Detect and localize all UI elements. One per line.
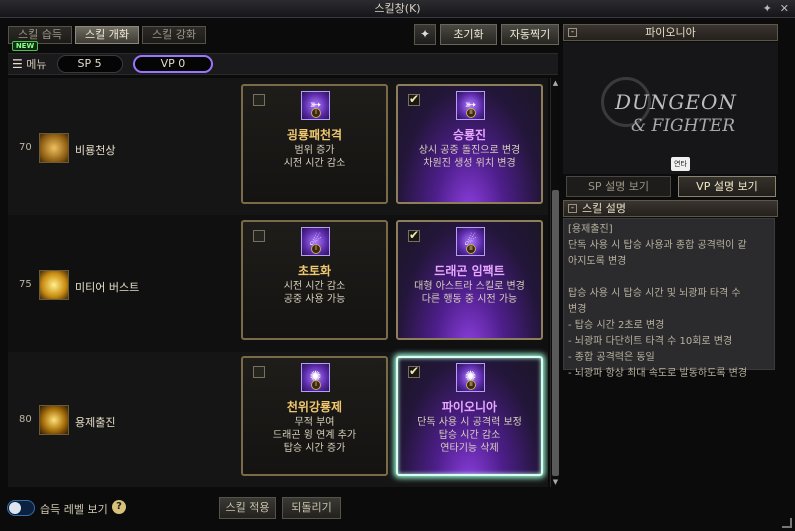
menu-label: 메뉴 xyxy=(26,58,47,71)
apply-skill-button[interactable]: 스킬 적용 xyxy=(219,497,276,519)
option-checkbox[interactable] xyxy=(253,230,265,242)
option-title: 드래곤 임팩트 xyxy=(434,264,505,278)
option-title: 초토화 xyxy=(297,264,332,278)
skill-description-text: [용제출진] 단독 사용 시 탑승 사용과 종합 공격력이 같 아지도록 변경 … xyxy=(563,218,775,379)
detail-header: - 파이오니아 xyxy=(563,24,778,41)
revert-button[interactable]: 되돌리기 xyxy=(282,497,341,519)
meteor-burst-icon xyxy=(39,270,69,300)
skill-level: 75 xyxy=(19,279,32,290)
skill-row: 80 용제출진 ✺ I 천위강룡제 무적 부여 드래곤 윙 연계 추가 탑승 시간 증… xyxy=(8,352,548,487)
game-logo: DUNGEON & FIGHTER xyxy=(563,42,778,174)
bloom-option-card-selected[interactable]: ✺II 파이오니아 단독 사용 시 공격력 보정탑승 시간 감소연타기능 삭제 xyxy=(396,356,543,476)
scroll-thumb[interactable] xyxy=(552,190,559,476)
skill-list-scrollbar[interactable]: ▲ ▼ xyxy=(550,78,559,487)
skill-row: 70 비룡천상 ➳I 굉룡패천격 범위 증가시전 시간 감소 ➳II 승룡진 상… xyxy=(8,78,548,215)
window-titlebar[interactable]: 스킬창(K) ✦ ✕ xyxy=(0,0,795,18)
close-icon[interactable]: ✕ xyxy=(780,0,789,18)
collapse-icon[interactable]: - xyxy=(568,204,577,213)
collapse-icon[interactable]: - xyxy=(568,28,577,37)
help-icon[interactable]: ? xyxy=(112,500,126,514)
skill-level: 70 xyxy=(19,142,32,153)
dragon-strike-icon xyxy=(39,133,69,163)
option-checkbox-checked[interactable] xyxy=(408,92,420,106)
bloom-option-card[interactable]: ☄ I 초토화 시전 시간 감소 공중 사용 가능 xyxy=(241,220,388,340)
skill-name: 비룡천상 xyxy=(75,144,116,157)
auto-allocate-button[interactable]: 자동찍기 xyxy=(501,24,559,45)
reset-button[interactable]: 초기화 xyxy=(440,24,497,45)
scroll-up-icon[interactable]: ▲ xyxy=(551,78,560,88)
option-desc: 상시 공중 돌진으로 변경 차원진 생성 위치 변경 xyxy=(418,145,521,169)
bloom-option-card-selected[interactable]: ☄II 드래곤 임팩트 대형 아스트라 스킬로 변경다른 행동 중 시전 가능 xyxy=(396,220,543,340)
option-desc: 범위 증가 시전 시간 감소 xyxy=(283,145,346,169)
option-checkbox-checked[interactable] xyxy=(408,364,420,378)
option-title: 승룡진 xyxy=(452,128,487,142)
skill-name: 미티어 버스트 xyxy=(75,281,140,294)
bottom-bar: 습득 레벨 보기 ? 스킬 적용 되돌리기 xyxy=(0,490,562,531)
sparkle-icon: ✦ xyxy=(419,27,431,41)
dragon-emperor-icon xyxy=(39,405,69,435)
bloom-option-card[interactable]: ➳ I 굉룡패천격 범위 증가 시전 시간 감소 xyxy=(241,84,388,204)
sp-counter: SP 5 xyxy=(56,55,123,73)
option-desc: 단독 사용 시 공격력 보정 탑승 시간 감소 연타기능 삭제 xyxy=(417,417,522,454)
detail-title: 파이오니아 xyxy=(645,26,696,39)
shortcut-button[interactable]: ✦ xyxy=(414,24,436,45)
hamburger-icon: ☰ xyxy=(12,57,23,71)
show-level-toggle[interactable] xyxy=(7,500,35,516)
bloom-option-card[interactable]: ✺ I 천위강룡제 무적 부여 드래곤 윙 연계 추가 탑승 시간 증가 xyxy=(241,356,388,476)
option-checkbox[interactable] xyxy=(253,94,265,106)
pin-icon[interactable]: ✦ xyxy=(763,0,772,18)
tab-skill-bloom[interactable]: 스킬 개화 xyxy=(74,26,139,44)
skill-description-header: - 스킬 설명 xyxy=(563,200,778,217)
bloom-option-card-selected[interactable]: ➳II 승룡진 상시 공중 돌진으로 변경차원진 생성 위치 변경 xyxy=(396,84,543,204)
scroll-down-icon[interactable]: ▼ xyxy=(551,477,560,487)
vp-description-tab[interactable]: VP 설명 보기 xyxy=(678,176,776,197)
dragon-option-icon: ➳ II xyxy=(456,91,485,120)
skill-row: 75 미티어 버스트 ☄I 초토화 시전 시간 감소공중 사용 가능 ☄II 드… xyxy=(8,215,548,352)
option-checkbox[interactable] xyxy=(253,366,265,378)
dragon-option-icon: ➳ I xyxy=(301,91,330,120)
meteor-option-icon: ☄ II xyxy=(456,227,485,256)
detail-scrollbar[interactable] xyxy=(776,24,789,374)
tooltip-badge: 연타 xyxy=(671,157,690,171)
meteor-option-icon: ☄ I xyxy=(301,227,330,256)
menu-toggle[interactable]: ☰ 메뉴 xyxy=(12,56,47,72)
resize-handle[interactable] xyxy=(782,518,792,528)
emperor-option-icon: ✺ II xyxy=(456,363,485,392)
skill-list: 70 비룡천상 ➳I 굉룡패천격 범위 증가시전 시간 감소 ➳II 승룡진 상… xyxy=(8,78,548,487)
option-title: 파이오니아 xyxy=(441,400,498,414)
option-desc: 시전 시간 감소 공중 사용 가능 xyxy=(283,281,346,305)
emperor-option-icon: ✺ I xyxy=(301,363,330,392)
new-badge: NEW xyxy=(12,41,38,51)
tab-skill-enhance[interactable]: 스킬 강화 xyxy=(141,26,206,44)
menu-bar: ☰ 메뉴 SP 5 VP 0 xyxy=(8,53,558,75)
option-checkbox-checked[interactable] xyxy=(408,228,420,242)
option-desc: 무적 부여 드래곤 윙 연계 추가 탑승 시간 증가 xyxy=(272,417,357,454)
option-title: 굉룡패천격 xyxy=(286,128,343,142)
skill-level: 80 xyxy=(19,414,32,425)
vp-counter: VP 0 xyxy=(132,55,214,73)
option-desc: 대형 아스트라 스킬로 변경 다른 행동 중 시전 가능 xyxy=(414,281,525,305)
show-level-label: 습득 레벨 보기 xyxy=(40,503,108,516)
skill-detail-panel: - 파이오니아 DUNGEON & FIGHTER 연타 SP 설명 보기 VP… xyxy=(563,24,778,379)
sp-description-tab[interactable]: SP 설명 보기 xyxy=(566,176,671,197)
window-title: 스킬창(K) xyxy=(374,2,421,15)
skill-name: 용제출진 xyxy=(75,416,116,429)
option-title: 천위강룡제 xyxy=(286,400,343,414)
